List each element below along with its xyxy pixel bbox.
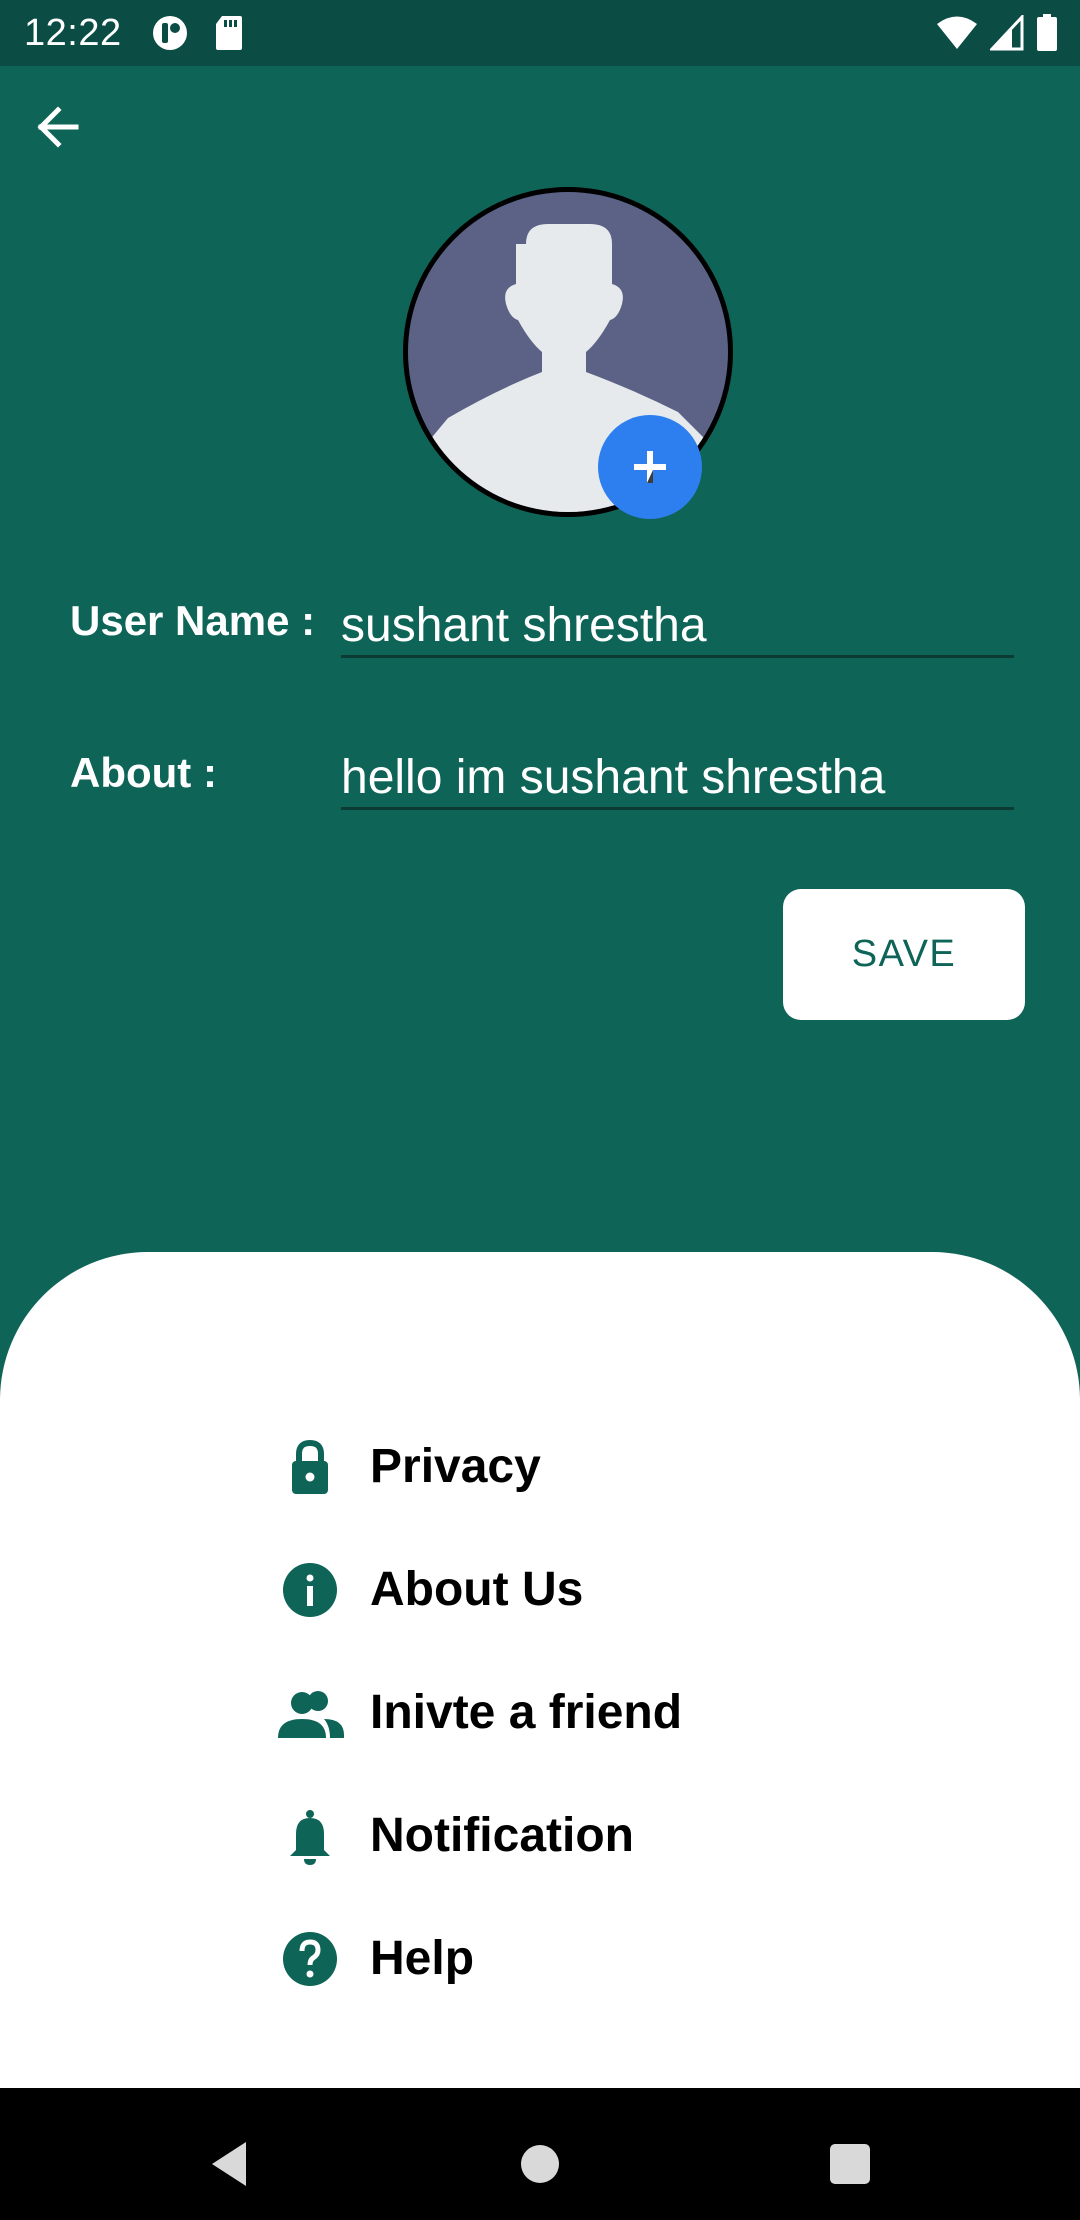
menu-item-about-us[interactable]: About Us — [270, 1545, 870, 1635]
nav-home-button[interactable] — [500, 2124, 580, 2204]
menu-item-label: Notification — [370, 1809, 634, 1862]
settings-menu-sheet: Privacy About Us Inivte a friend Notific… — [0, 1252, 1080, 2088]
info-icon — [283, 1563, 337, 1617]
save-button[interactable]: SAVE — [783, 889, 1025, 1020]
signal-icon — [990, 15, 1024, 51]
plus-icon — [634, 451, 666, 483]
profile-avatar-container — [403, 187, 733, 519]
data-saver-icon — [153, 16, 187, 50]
menu-item-label: About Us — [370, 1563, 584, 1616]
arrow-left-icon — [37, 106, 79, 148]
menu-item-label: Help — [370, 1932, 475, 1985]
bell-icon — [290, 1810, 330, 1865]
status-icons — [936, 14, 1058, 52]
recents-square-icon — [830, 2144, 870, 2184]
menu-item-help[interactable]: Help — [270, 1914, 870, 2004]
back-triangle-icon — [212, 2142, 246, 2186]
back-button[interactable] — [28, 98, 96, 158]
username-input[interactable] — [341, 596, 1014, 654]
status-time: 12:22 — [24, 12, 122, 54]
menu-item-notification[interactable]: Notification — [270, 1791, 870, 1881]
nav-recents-button[interactable] — [810, 2124, 890, 2204]
battery-icon — [1037, 14, 1057, 51]
lock-icon — [292, 1439, 328, 1494]
menu-item-label: Privacy — [370, 1440, 541, 1493]
menu-item-label: Inivte a friend — [370, 1686, 683, 1739]
status-bar: 12:22 — [0, 0, 1080, 66]
username-label: User Name : — [70, 597, 316, 644]
nav-back-button[interactable] — [200, 2124, 280, 2204]
add-photo-button[interactable] — [598, 415, 702, 519]
sd-card-icon — [216, 16, 242, 50]
about-field[interactable] — [341, 748, 1014, 810]
home-circle-icon — [521, 2145, 559, 2183]
system-nav-bar — [0, 2088, 1080, 2220]
menu-item-invite-friend[interactable]: Inivte a friend — [270, 1668, 870, 1758]
help-icon — [283, 1932, 337, 1986]
people-icon — [278, 1691, 344, 1738]
about-input[interactable] — [341, 748, 1014, 806]
wifi-icon — [937, 16, 977, 49]
username-field[interactable] — [341, 596, 1014, 658]
menu-item-privacy[interactable]: Privacy — [270, 1422, 870, 1512]
about-label: About : — [70, 749, 217, 796]
